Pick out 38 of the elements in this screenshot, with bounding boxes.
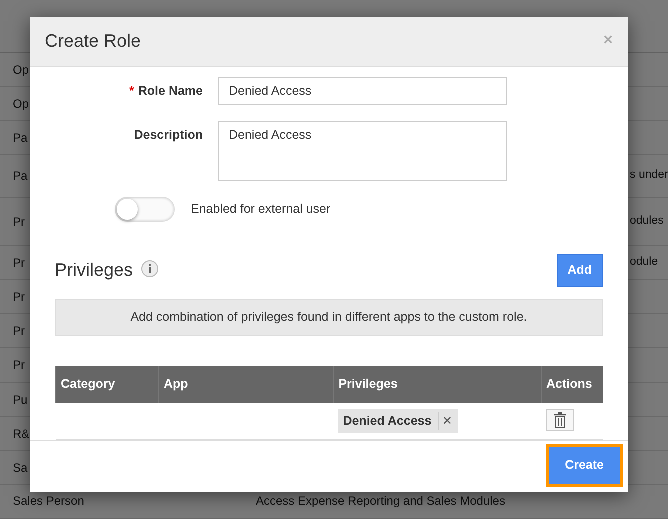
modal-title: Create Role xyxy=(45,30,142,53)
list-cell-text: Access Expense Reporting and Sales Modules xyxy=(256,493,506,510)
role-name-field[interactable]: Denied Access xyxy=(218,76,507,106)
list-cell: Pr xyxy=(13,256,25,270)
list-cell: Pr xyxy=(13,324,25,338)
required-mark: * xyxy=(130,84,134,98)
toggle-switch[interactable] xyxy=(115,197,175,222)
list-cell: Pr xyxy=(13,358,25,372)
column-header: Actions xyxy=(541,366,603,402)
list-cell-text: s under xyxy=(630,168,668,184)
info-banner: Add combination of privileges found in different apps to the custom role. xyxy=(55,299,603,336)
list-cell: Sales Person xyxy=(13,494,84,508)
list-cell: Op xyxy=(13,62,30,76)
list-cell: Pa xyxy=(13,169,28,183)
list-cell-text: odule xyxy=(630,254,658,270)
add-button[interactable]: Add xyxy=(556,254,603,287)
trash-icon xyxy=(553,412,567,428)
column-header: App xyxy=(158,366,334,402)
info-icon[interactable] xyxy=(141,260,160,278)
list-cell: Pu xyxy=(13,392,28,406)
list-cell: Sa xyxy=(13,460,28,474)
column-header: Category xyxy=(56,366,158,402)
tag-label: Denied Access xyxy=(343,412,432,430)
field-label: Description xyxy=(134,128,203,142)
column-header: Privileges xyxy=(333,366,541,402)
toggle-label: Enabled for external user xyxy=(191,201,331,218)
list-cell: Pr xyxy=(13,214,25,228)
description-field[interactable]: Denied Access xyxy=(218,121,507,182)
remove-button[interactable]: ✕ xyxy=(438,412,453,430)
field-label: Role Name xyxy=(138,84,203,98)
create-button[interactable]: Create xyxy=(549,447,620,484)
list-cell-text: odules xyxy=(630,214,664,229)
section-heading: Privileges xyxy=(55,260,134,280)
list-cell: R& xyxy=(13,426,30,440)
list-cell: Pr xyxy=(13,290,25,304)
delete-button[interactable] xyxy=(546,408,574,430)
list-cell: Op xyxy=(13,96,30,110)
list-cell: Pa xyxy=(13,130,28,144)
